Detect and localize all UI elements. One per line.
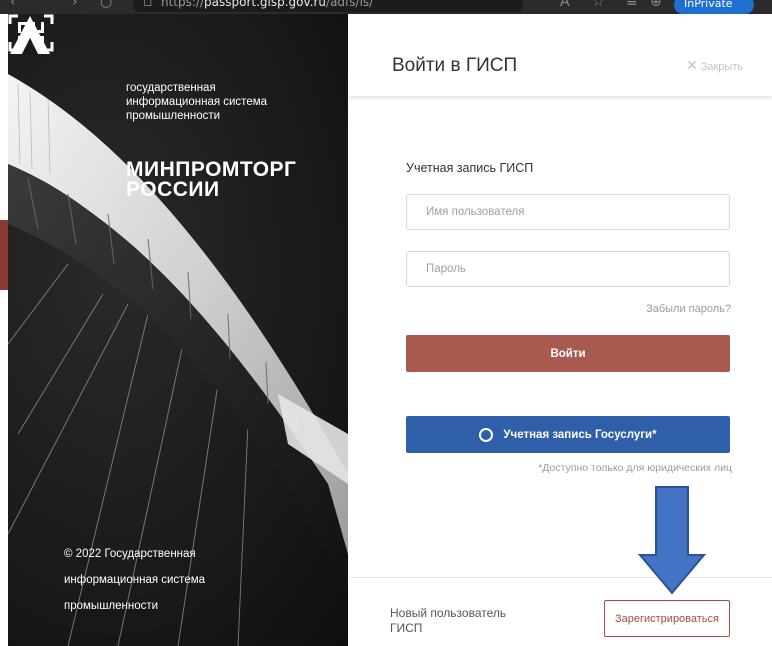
left-edge-accent bbox=[0, 220, 8, 290]
ministry-name: МИНПРОМТОРГ РОССИИ bbox=[126, 158, 297, 201]
page-icon: ▫ bbox=[143, 0, 153, 10]
ministry-line: РОССИИ bbox=[126, 178, 220, 201]
copyright-line: информационная система bbox=[64, 574, 206, 586]
forward-icon[interactable]: › bbox=[72, 0, 78, 10]
inprivate-badge[interactable]: InPrivate bbox=[674, 0, 754, 14]
gisp-org-line: государственная bbox=[126, 82, 216, 94]
login-header: Войти в ГИСП ✕ Закрыть bbox=[348, 14, 772, 96]
new-user-line: Новый пользователь bbox=[390, 606, 507, 620]
gosuslugi-label: Учетная запись Госуслуги* bbox=[503, 428, 657, 441]
back-icon[interactable]: ‹ bbox=[10, 0, 16, 10]
refresh-icon[interactable]: ○ bbox=[100, 0, 112, 10]
read-aloud-icon[interactable]: A bbox=[560, 0, 570, 10]
ministry-line: МИНПРОМТОРГ bbox=[126, 158, 297, 181]
register-label: Зарегистрироваться bbox=[614, 612, 719, 625]
footer-divider bbox=[348, 577, 772, 578]
gosuslugi-button[interactable]: Учетная запись Госуслуги* bbox=[406, 416, 730, 453]
page-title: Войти в ГИСП bbox=[392, 55, 518, 76]
inprivate-label: InPrivate bbox=[684, 0, 733, 10]
favorite-icon[interactable]: ☆ bbox=[592, 0, 605, 10]
minpromtorg-logo-icon bbox=[10, 16, 50, 54]
copyright-line: промышленности bbox=[64, 600, 159, 612]
copyright-line: © 2022 Государственная bbox=[64, 548, 196, 560]
new-user-text: Новый пользователь ГИСП bbox=[390, 606, 506, 636]
section-label: Учетная запись ГИСП bbox=[406, 161, 534, 175]
gisp-org-line: промышленности bbox=[126, 110, 221, 122]
gosuslugi-circle-icon bbox=[479, 427, 494, 442]
collections-icon[interactable]: ≡ bbox=[626, 0, 638, 10]
page-left-edge bbox=[0, 14, 8, 646]
extensions-icon[interactable]: ⊕ bbox=[650, 0, 662, 10]
login-button[interactable]: Войти bbox=[406, 335, 730, 372]
login-label: Войти bbox=[550, 347, 586, 360]
url-text[interactable]: https://passport.gisp.gov.ru/adfs/ls/ bbox=[161, 0, 373, 9]
new-user-line: ГИСП bbox=[390, 621, 423, 635]
gisp-org-line: информационная система bbox=[126, 96, 268, 108]
gisp-org-name: государственная информационная система п… bbox=[126, 81, 267, 123]
close-button[interactable]: ✕ Закрыть bbox=[686, 58, 743, 74]
username-input[interactable] bbox=[406, 194, 730, 230]
forgot-password-link[interactable]: Забыли пароль? bbox=[560, 303, 731, 315]
copyright: © 2022 Государственная информационная си… bbox=[64, 541, 205, 619]
close-icon: ✕ bbox=[686, 58, 698, 74]
register-button[interactable]: Зарегистрироваться bbox=[604, 600, 730, 637]
address-bar[interactable]: ▫ https://passport.gisp.gov.ru/adfs/ls/ bbox=[133, 0, 523, 12]
down-arrow-icon bbox=[638, 486, 706, 595]
gosuslugi-note: *Доступно только для юридических лиц bbox=[538, 462, 732, 474]
close-label: Закрыть bbox=[700, 61, 744, 73]
hero-panel: государственная информационная система п… bbox=[8, 14, 348, 646]
password-input[interactable] bbox=[406, 251, 730, 287]
browser-toolbar: ‹ › ○ ▫ https://passport.gisp.gov.ru/adf… bbox=[0, 0, 772, 14]
